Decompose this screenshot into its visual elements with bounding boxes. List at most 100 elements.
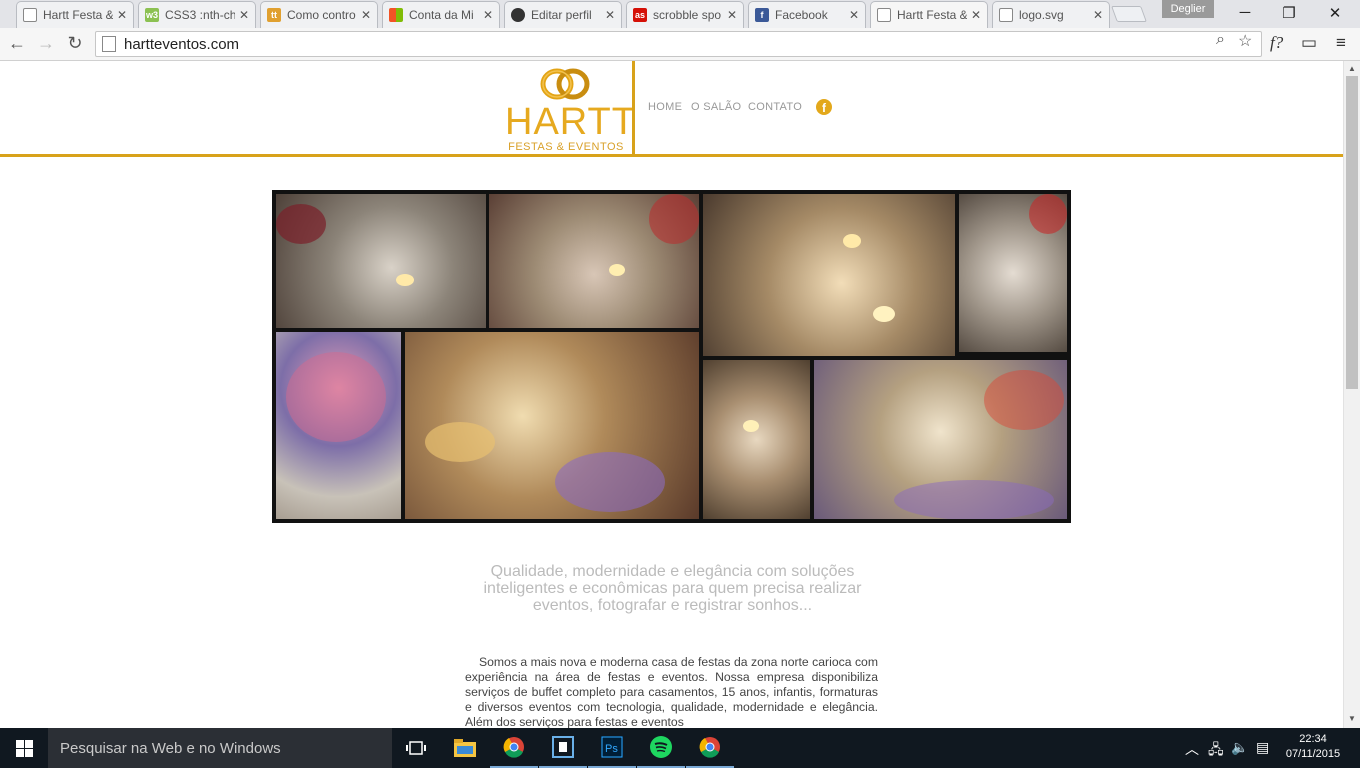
- scrollbar-thumb[interactable]: [1346, 76, 1358, 389]
- extension-icon[interactable]: f?: [1270, 33, 1283, 53]
- wedding-rings-icon: [540, 68, 590, 100]
- tab-title: Hartt Festa &: [897, 8, 967, 22]
- tab-title: Hartt Festa &: [43, 8, 113, 22]
- taskbar-clock[interactable]: 22:34 07/11/2015: [1280, 732, 1346, 762]
- menu-icon[interactable]: ≡: [1336, 33, 1346, 53]
- close-tab-icon[interactable]: ✕: [971, 8, 981, 22]
- close-tab-icon[interactable]: ✕: [605, 8, 615, 22]
- volume-icon[interactable]: 🔈: [1231, 739, 1248, 756]
- address-bar[interactable]: hartteventos.com: [95, 31, 1262, 57]
- task-view-icon[interactable]: [392, 728, 440, 768]
- photoshop-icon[interactable]: Ps: [588, 728, 636, 768]
- notifications-icon[interactable]: ▤: [1256, 739, 1269, 756]
- tab-hartt-active[interactable]: Hartt Festa & ✕: [870, 1, 988, 28]
- file-explorer-icon[interactable]: [441, 728, 489, 768]
- tt-icon: tt: [267, 8, 281, 22]
- cast-icon[interactable]: ▭: [1301, 33, 1317, 53]
- scroll-up-icon[interactable]: ▲: [1348, 64, 1356, 73]
- windows-logo-icon: [15, 739, 33, 757]
- url-text: hartteventos.com: [124, 35, 240, 53]
- close-tab-icon[interactable]: ✕: [239, 8, 249, 22]
- new-tab-button[interactable]: [1111, 6, 1147, 22]
- tab-title: scrobble spo: [653, 8, 722, 22]
- collage-photo: [703, 194, 955, 356]
- start-button[interactable]: [0, 728, 48, 768]
- bookmark-star-icon[interactable]: ☆: [1238, 31, 1252, 51]
- taskbar-search-box[interactable]: Pesquisar na Web e no Windows: [48, 728, 392, 768]
- close-tab-icon[interactable]: ✕: [727, 8, 737, 22]
- tab-hartt-1[interactable]: Hartt Festa & ✕: [16, 1, 134, 28]
- chevron-up-icon[interactable]: ︿: [1185, 739, 1199, 759]
- site-logo[interactable]: HARTT FESTAS & EVENTOS: [505, 65, 636, 155]
- close-tab-icon[interactable]: ✕: [483, 8, 493, 22]
- collage-photo: [703, 360, 810, 519]
- page-icon: [877, 8, 891, 22]
- page-info-icon[interactable]: [102, 36, 116, 52]
- collage-photo: [276, 332, 401, 519]
- tab-title: Como contro: [287, 8, 356, 22]
- microsoft-icon: [389, 8, 403, 22]
- collage-photo: [276, 194, 486, 328]
- profile-button[interactable]: Deglier: [1162, 0, 1214, 18]
- nav-contato[interactable]: CONTATO: [748, 101, 802, 113]
- close-tab-icon[interactable]: ✕: [361, 8, 371, 22]
- tab-title: Facebook: [775, 8, 828, 22]
- browser-tab-strip: Hartt Festa & ✕ w3 CSS3 :nth-ch ✕ tt Com…: [0, 0, 1360, 28]
- nav-home[interactable]: HOME: [648, 101, 682, 113]
- close-tab-icon[interactable]: ✕: [117, 8, 127, 22]
- scroll-down-icon[interactable]: ▼: [1348, 714, 1356, 723]
- svg-text:Ps: Ps: [605, 743, 618, 755]
- facebook-icon: f: [755, 8, 769, 22]
- forward-arrow-icon[interactable]: →: [34, 33, 58, 54]
- search-icon[interactable]: ⌕: [1216, 31, 1225, 49]
- tab-css3[interactable]: w3 CSS3 :nth-ch ✕: [138, 1, 256, 28]
- collage-photo: [814, 360, 1067, 519]
- tab-lastfm[interactable]: as scrobble spo ✕: [626, 1, 744, 28]
- tab-como[interactable]: tt Como contro ✕: [260, 1, 378, 28]
- spotify-icon: [511, 8, 525, 22]
- search-placeholder: Pesquisar na Web e no Windows: [60, 739, 281, 757]
- page-icon: [999, 8, 1013, 22]
- site-header: HARTT FESTAS & EVENTOS HOME O SALÃO CONT…: [0, 61, 1343, 157]
- collage-photo: [405, 332, 699, 519]
- close-tab-icon[interactable]: ✕: [849, 8, 859, 22]
- photo-collage: [272, 190, 1071, 523]
- tab-facebook[interactable]: f Facebook ✕: [748, 1, 866, 28]
- page-viewport: HARTT FESTAS & EVENTOS HOME O SALÃO CONT…: [0, 61, 1343, 728]
- maximize-icon[interactable]: ❐: [1266, 4, 1312, 22]
- chrome-taskbar-icon[interactable]: [490, 728, 538, 768]
- nav-o-salao[interactable]: O SALÃO: [691, 101, 741, 113]
- chrome-taskbar-icon-2[interactable]: [686, 728, 734, 768]
- close-tab-icon[interactable]: ✕: [1093, 8, 1103, 22]
- clock-date: 07/11/2015: [1285, 748, 1341, 760]
- page-icon: [23, 8, 37, 22]
- tab-title: CSS3 :nth-ch: [165, 8, 235, 22]
- windows-taskbar: Pesquisar na Web e no Windows Ps ︿ 🖧 🔈 ▤…: [0, 728, 1360, 768]
- lastfm-icon: as: [633, 8, 647, 22]
- collage-photo: [489, 194, 699, 328]
- tab-title: logo.svg: [1019, 8, 1064, 22]
- tab-spotify[interactable]: Editar perfil ✕: [504, 1, 622, 28]
- tab-title: Conta da Mi: [409, 8, 474, 22]
- tagline: Qualidade, modernidade e elegância com s…: [483, 563, 862, 614]
- network-icon[interactable]: 🖧: [1208, 739, 1224, 763]
- browser-toolbar: ← → ↻ hartteventos.com ⌕ ☆ f? ▭ ≡: [0, 28, 1360, 61]
- reload-icon[interactable]: ↻: [63, 33, 87, 54]
- header-divider: [632, 61, 635, 154]
- tab-logo-svg[interactable]: logo.svg ✕: [992, 1, 1110, 28]
- tab-conta-microsoft[interactable]: Conta da Mi ✕: [382, 1, 500, 28]
- page-scrollbar[interactable]: ▲ ▼: [1343, 61, 1360, 728]
- brand-subtitle: FESTAS & EVENTOS: [508, 141, 624, 153]
- close-window-icon[interactable]: ✕: [1312, 4, 1358, 22]
- brand-name: HARTT: [505, 101, 636, 143]
- about-text: Somos a mais nova e moderna casa de fest…: [465, 655, 878, 728]
- collage-photo: [959, 194, 1067, 352]
- app-taskbar-icon[interactable]: [539, 728, 587, 768]
- minimize-icon[interactable]: ─: [1222, 4, 1268, 21]
- back-arrow-icon[interactable]: ←: [5, 33, 29, 54]
- w3-icon: w3: [145, 8, 159, 22]
- facebook-icon[interactable]: f: [816, 99, 832, 115]
- spotify-taskbar-icon[interactable]: [637, 728, 685, 768]
- clock-time: 22:34: [1299, 733, 1327, 745]
- tab-title: Editar perfil: [531, 8, 592, 22]
